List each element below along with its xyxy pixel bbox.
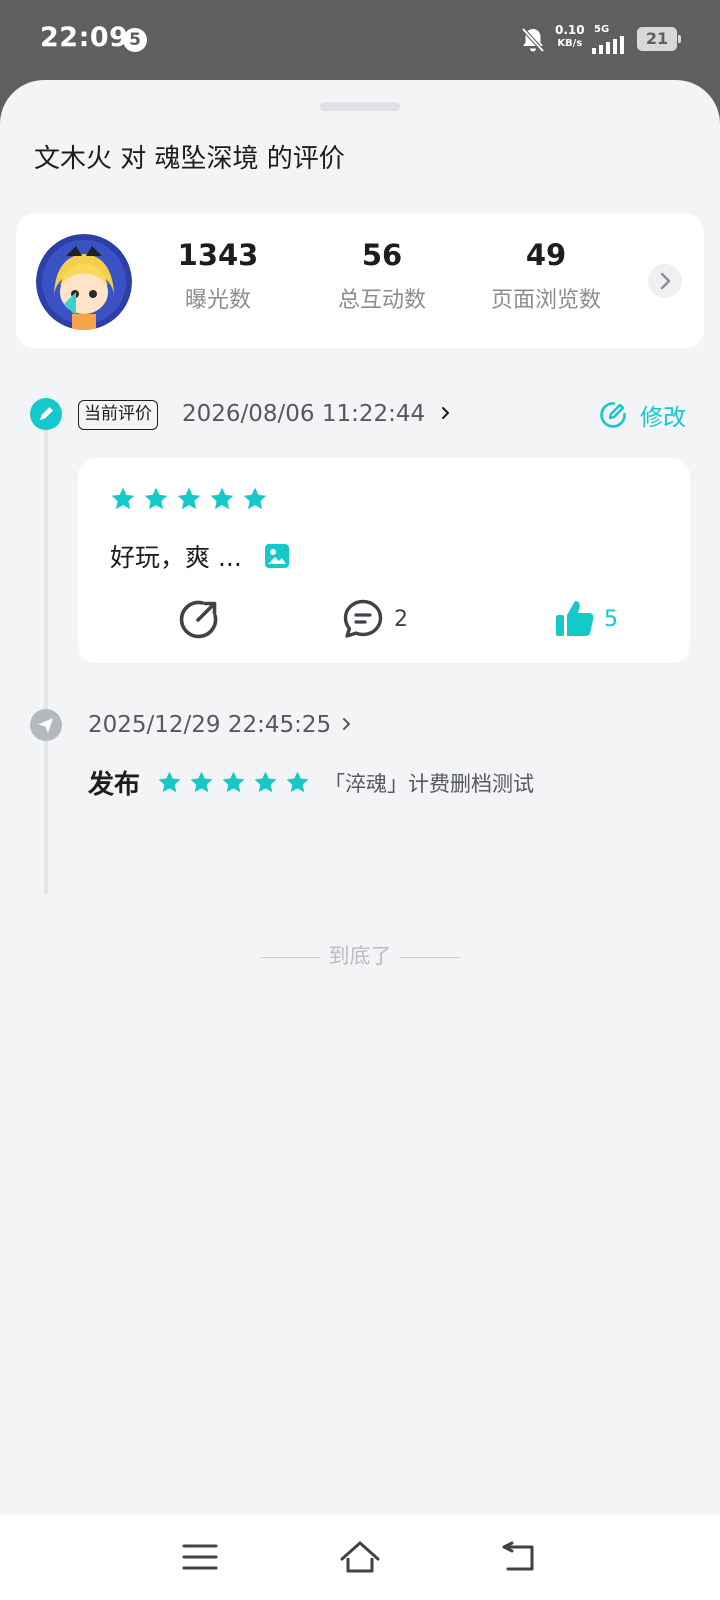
notification-count-badge: 5	[123, 28, 147, 52]
current-review-datetime-link[interactable]: 2026/08/06 11:22:44	[182, 401, 453, 427]
avatar[interactable]	[36, 234, 132, 330]
review-text[interactable]: 好玩，爽 ...	[110, 538, 290, 574]
network-speed: 0.10 KB/s	[555, 24, 585, 50]
star-icon	[144, 487, 168, 510]
page-title: 文木火 对 魂坠深境 的评价	[34, 144, 345, 174]
like-count: 5	[604, 606, 618, 632]
star-icon	[158, 771, 181, 793]
drag-handle[interactable]	[320, 102, 400, 111]
edit-icon	[600, 402, 626, 428]
signal-icon	[592, 36, 624, 54]
menu-icon[interactable]	[178, 1535, 222, 1579]
stat-label: 曝光数	[184, 288, 251, 313]
home-icon[interactable]	[338, 1535, 382, 1579]
divider	[260, 956, 321, 958]
stat-page-views[interactable]: 49 页面浏览数	[466, 238, 626, 314]
history-rating-stars	[157, 770, 317, 795]
network-type: 5G	[594, 24, 610, 35]
star-icon	[243, 487, 267, 510]
history-datetime-link[interactable]: 2025/12/29 22:45:25	[88, 712, 353, 738]
review-card[interactable]: 好玩，爽 ... 2 5	[78, 458, 690, 663]
star-icon	[177, 487, 201, 510]
stats-card[interactable]: 1343 曝光数 56 总互动数 49 页面浏览数	[16, 214, 704, 348]
system-nav-bar	[0, 1515, 720, 1600]
chevron-right-icon	[342, 718, 350, 730]
stat-exposure[interactable]: 1343 曝光数	[138, 238, 298, 314]
timeline-edit-dot	[30, 398, 62, 430]
stat-value: 1343	[177, 238, 259, 272]
network-speed-value: 0.10	[555, 23, 585, 37]
stat-label: 总互动数	[337, 288, 426, 313]
timeline-publish-dot	[30, 709, 62, 741]
network-speed-unit: KB/s	[557, 38, 583, 49]
history-action: 发布	[88, 770, 141, 800]
history-datetime: 2025/12/29 22:45:25	[88, 712, 332, 738]
star-icon	[254, 771, 277, 793]
comment-count: 2	[394, 606, 408, 632]
send-icon	[38, 718, 53, 733]
comment-button[interactable]: 2	[342, 596, 408, 642]
review-text-content: 好玩，爽 ...	[110, 543, 242, 572]
current-review-datetime: 2026/08/06 11:22:44	[182, 401, 426, 427]
stats-more-button[interactable]	[648, 264, 682, 298]
stat-value: 56	[361, 238, 403, 272]
star-icon	[111, 487, 135, 510]
review-detail-sheet: 文木火 对 魂坠深境 的评价 1343 曝光数 56 总互动数 49 页面浏览数…	[0, 80, 720, 1515]
thumbs-up-icon	[556, 601, 594, 636]
image-attachment-icon	[264, 544, 289, 568]
share-button[interactable]	[178, 596, 220, 642]
like-button[interactable]: 5	[554, 596, 618, 642]
star-icon	[210, 487, 234, 510]
battery-icon: 21	[637, 27, 681, 51]
edit-review-button[interactable]: 修改	[598, 398, 686, 432]
star-icon	[190, 771, 213, 793]
history-game-version: 「淬魂」计费删档测试	[324, 772, 534, 796]
end-text: 到底了	[328, 944, 392, 968]
divider	[399, 956, 460, 958]
end-of-list: 到底了	[0, 940, 720, 970]
comment-icon	[343, 599, 383, 638]
stat-label: 页面浏览数	[490, 288, 601, 313]
timeline-line	[44, 425, 48, 895]
pencil-icon	[40, 407, 53, 420]
bell-muted-icon	[521, 27, 545, 53]
status-bar: 22:09 5 0.10 KB/s 5G 21	[0, 0, 720, 80]
review-rating-stars	[110, 486, 275, 512]
star-icon	[286, 771, 309, 793]
edit-label: 修改	[640, 405, 686, 431]
share-icon	[179, 600, 218, 639]
status-time: 22:09	[40, 22, 129, 53]
star-icon	[222, 771, 245, 793]
stat-interactions[interactable]: 56 总互动数	[302, 238, 462, 314]
history-entry: 发布	[88, 764, 317, 801]
back-icon[interactable]	[498, 1535, 542, 1579]
avatar-image	[36, 234, 132, 330]
chevron-right-icon	[441, 407, 449, 419]
stat-value: 49	[525, 238, 567, 272]
current-review-badge: 当前评价	[78, 400, 158, 430]
chevron-right-icon	[660, 272, 671, 290]
